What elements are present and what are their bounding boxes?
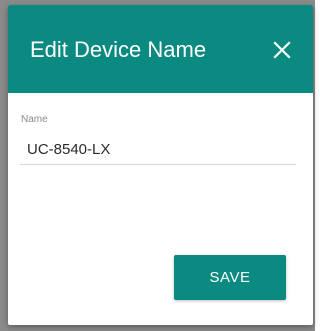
edit-device-name-dialog: Edit Device Name Name SAVE (8, 5, 313, 325)
close-icon (273, 41, 291, 59)
name-field-label: Name (21, 114, 48, 125)
dialog-title: Edit Device Name (30, 37, 207, 62)
save-button[interactable]: SAVE (174, 255, 286, 300)
name-field-group: Name (20, 114, 296, 165)
close-button[interactable] (273, 41, 291, 59)
dialog-header: Edit Device Name (8, 5, 313, 93)
name-input[interactable] (20, 135, 296, 165)
